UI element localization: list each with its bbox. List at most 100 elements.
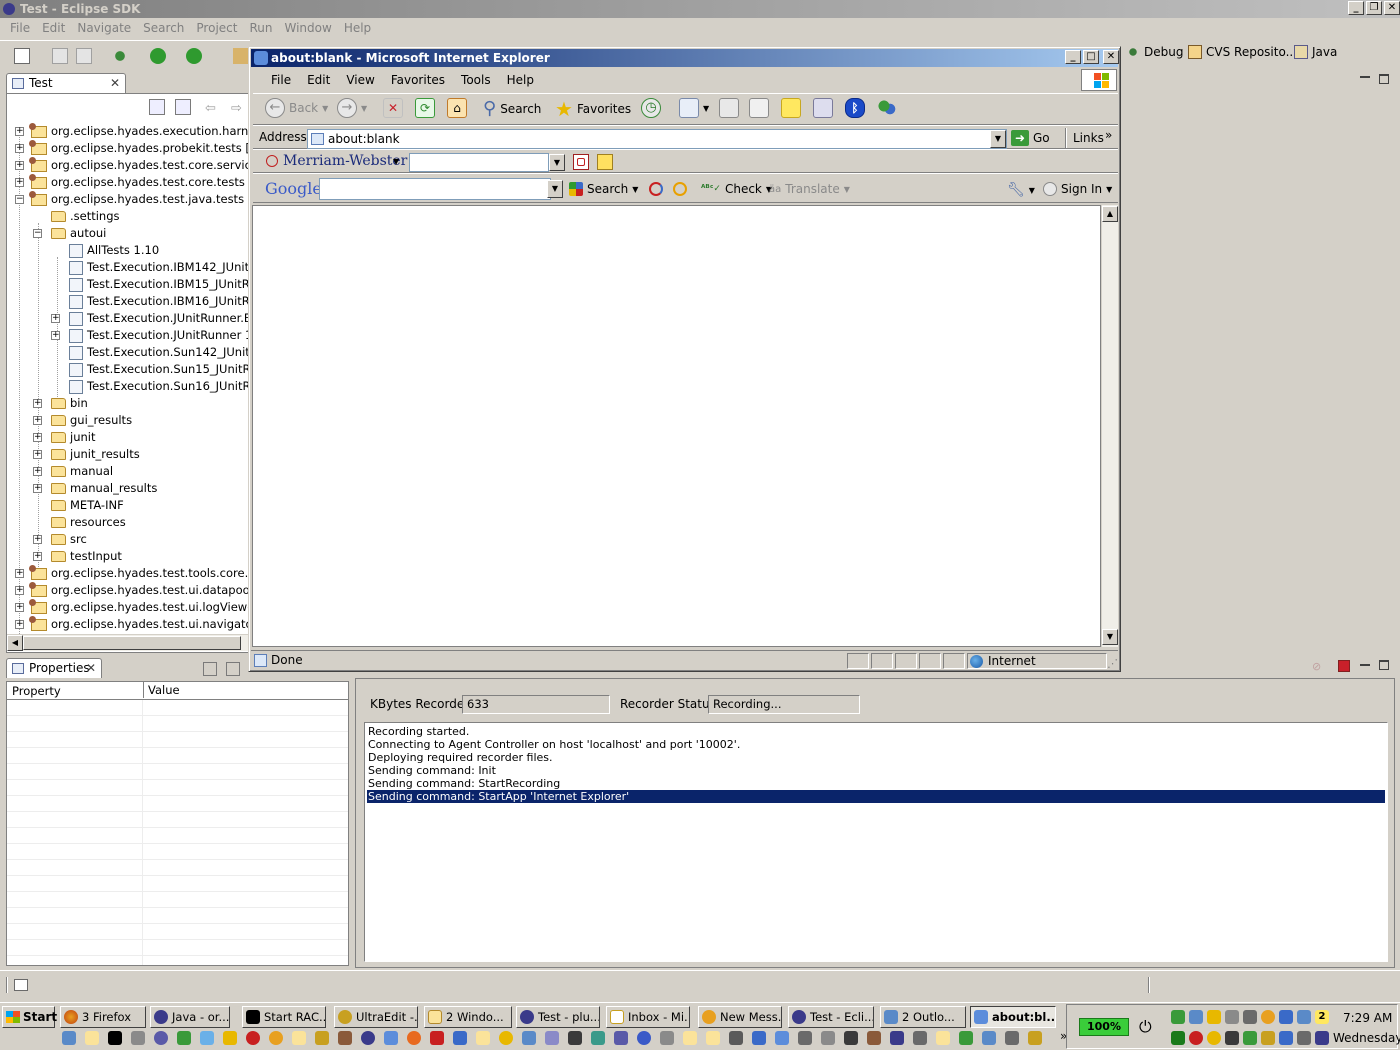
- col-value[interactable]: Value: [143, 682, 180, 698]
- spellcheck-button[interactable]: ᴬᴮᶜ✓ Check ▼: [701, 182, 772, 196]
- tree-item[interactable]: Test.Execution.Sun142_JUnitRun: [69, 344, 248, 361]
- quick-launch-icon[interactable]: [752, 1031, 766, 1045]
- tray-icon[interactable]: [1279, 1010, 1293, 1024]
- forward-arrow-icon[interactable]: ⇨: [231, 101, 242, 116]
- tree-item[interactable]: + bin: [33, 395, 88, 412]
- ie-menu-tools[interactable]: Tools: [453, 73, 499, 87]
- quick-launch-icon[interactable]: [499, 1031, 513, 1045]
- clock-time[interactable]: 7:29 AM: [1343, 1011, 1392, 1025]
- tree-item[interactable]: + manual_results: [33, 480, 157, 497]
- chevron-right-icon[interactable]: »: [1105, 128, 1112, 142]
- minimize-icon[interactable]: _: [1065, 50, 1081, 64]
- forward-button[interactable]: → ▼: [337, 98, 367, 118]
- mw-label[interactable]: Merriam-Webster: [283, 153, 407, 169]
- close-icon[interactable]: ✕: [110, 74, 120, 93]
- taskbar-item-test-eclipse[interactable]: Test - Ecli...: [788, 1006, 874, 1028]
- quick-launch-icon[interactable]: [407, 1031, 421, 1045]
- quick-launch-icon[interactable]: [62, 1031, 76, 1045]
- new-icon[interactable]: [14, 48, 30, 64]
- taskbar-item-firefox[interactable]: 3 Firefox: [60, 1006, 146, 1028]
- taskbar-item-inbox[interactable]: Inbox - Mi...: [606, 1006, 690, 1028]
- minimize-view-icon[interactable]: [1360, 664, 1370, 666]
- stop-button[interactable]: ✕: [383, 98, 403, 118]
- quick-launch-icon[interactable]: [775, 1031, 789, 1045]
- tree-item[interactable]: Test.Execution.Sun16_JUnitRunn: [69, 378, 248, 395]
- collapse-all-icon[interactable]: [149, 99, 165, 115]
- save-icon[interactable]: [52, 48, 68, 64]
- home-button[interactable]: ⌂: [447, 98, 467, 118]
- tray-icon[interactable]: [1225, 1010, 1239, 1024]
- tree-item[interactable]: +org.eclipse.hyades.test.core.tests [dev: [13, 173, 248, 191]
- taskbar-item-start-rac[interactable]: Start RAC...: [242, 1006, 326, 1028]
- translate-button[interactable]: äa Translate ▼: [769, 182, 850, 196]
- tray-icon[interactable]: [1243, 1010, 1257, 1024]
- go-button[interactable]: ➜ Go: [1011, 130, 1050, 146]
- menu-search[interactable]: Search: [137, 21, 190, 35]
- tree-item[interactable]: −org.eclipse.hyades.test.java.tests [dev: [13, 190, 248, 208]
- recorder-log[interactable]: Recording started. Connecting to Agent C…: [364, 722, 1388, 962]
- tree-item[interactable]: +org.eclipse.hyades.probekit.tests [dev.: [13, 139, 248, 157]
- quick-launch-icon[interactable]: [936, 1031, 950, 1045]
- mw-dropdown-icon[interactable]: ▼: [393, 157, 399, 166]
- menu-help[interactable]: Help: [338, 21, 377, 35]
- tree-item[interactable]: + Test.Execution.JUnitRunner 1.3: [51, 327, 248, 344]
- google-settings-button[interactable]: 🔧︎ ▼: [1007, 182, 1035, 198]
- quick-launch-icon[interactable]: [453, 1031, 467, 1045]
- tray-badge[interactable]: 2: [1315, 1010, 1329, 1024]
- links-button[interactable]: Links: [1073, 131, 1104, 145]
- tray-icon[interactable]: [1261, 1031, 1275, 1045]
- tree-item[interactable]: Test.Execution.Sun15_JUnitRunn: [69, 361, 248, 378]
- google-search-input[interactable]: [319, 178, 551, 200]
- ie-page-content[interactable]: [252, 205, 1101, 647]
- log-line-selected[interactable]: Sending command: StartApp 'Internet Expl…: [367, 790, 1385, 803]
- profile-icon[interactable]: [186, 48, 202, 64]
- quick-launch-icon[interactable]: [614, 1031, 628, 1045]
- ie-menu-help[interactable]: Help: [499, 73, 542, 87]
- scroll-down-icon[interactable]: ▼: [1102, 629, 1118, 645]
- quick-launch-icon[interactable]: [200, 1031, 214, 1045]
- refresh-button[interactable]: ⟳: [415, 98, 435, 118]
- scroll-up-icon[interactable]: ▲: [1102, 206, 1118, 222]
- show-categories-icon[interactable]: [203, 662, 217, 676]
- taskbar-item-windows[interactable]: 2 Windo...: [424, 1006, 512, 1028]
- ie-menu-view[interactable]: View: [338, 73, 382, 87]
- quick-launch-icon[interactable]: [1005, 1031, 1019, 1045]
- fast-view-icon[interactable]: [14, 979, 28, 991]
- tray-icon[interactable]: [1171, 1031, 1185, 1045]
- quick-launch-icon[interactable]: [108, 1031, 122, 1045]
- tree-item[interactable]: META-INF: [51, 497, 124, 514]
- tray-icon[interactable]: [1189, 1031, 1203, 1045]
- tree-item[interactable]: .settings: [51, 208, 120, 225]
- scroll-left-icon[interactable]: ◀: [7, 635, 23, 651]
- quick-launch-icon[interactable]: [959, 1031, 973, 1045]
- close-icon[interactable]: ✕: [1384, 1, 1400, 15]
- restore-icon[interactable]: ❐: [1366, 1, 1382, 15]
- taskbar-item-outlook[interactable]: 2 Outlo...: [880, 1006, 966, 1028]
- quick-launch-icon[interactable]: [982, 1031, 996, 1045]
- menu-run[interactable]: Run: [243, 21, 278, 35]
- tray-icon[interactable]: [1279, 1031, 1293, 1045]
- tree-item[interactable]: + junit_results: [33, 446, 140, 463]
- tree-item[interactable]: + src: [33, 531, 87, 548]
- tab-properties[interactable]: Properties ✕: [6, 658, 102, 678]
- quick-launch-icon[interactable]: [223, 1031, 237, 1045]
- research-button[interactable]: [813, 98, 833, 118]
- tree-item[interactable]: +org.eclipse.hyades.test.tools.core.test…: [13, 564, 248, 582]
- tray-icon[interactable]: [1189, 1010, 1203, 1024]
- edit-button[interactable]: [749, 98, 769, 118]
- quick-launch-icon[interactable]: [798, 1031, 812, 1045]
- quick-launch-icon[interactable]: [545, 1031, 559, 1045]
- external-tools-icon[interactable]: [233, 48, 249, 64]
- ie-menu-edit[interactable]: Edit: [299, 73, 338, 87]
- tray-icon[interactable]: [1297, 1031, 1311, 1045]
- minimize-view-icon[interactable]: [1360, 76, 1370, 78]
- tree-item[interactable]: resources: [51, 514, 126, 531]
- run-icon[interactable]: [150, 48, 166, 64]
- log-line[interactable]: Sending command: StartRecording: [367, 777, 1385, 790]
- favorites-button[interactable]: ★ Favorites: [555, 97, 631, 121]
- quick-launch-icon[interactable]: [729, 1031, 743, 1045]
- log-line[interactable]: Connecting to Agent Controller on host '…: [367, 738, 1385, 751]
- tree-item[interactable]: +org.eclipse.hyades.test.ui.logViewer.te…: [13, 598, 248, 616]
- battery-indicator[interactable]: 100%: [1079, 1018, 1129, 1036]
- tree-item[interactable]: AllTests 1.10: [69, 242, 159, 259]
